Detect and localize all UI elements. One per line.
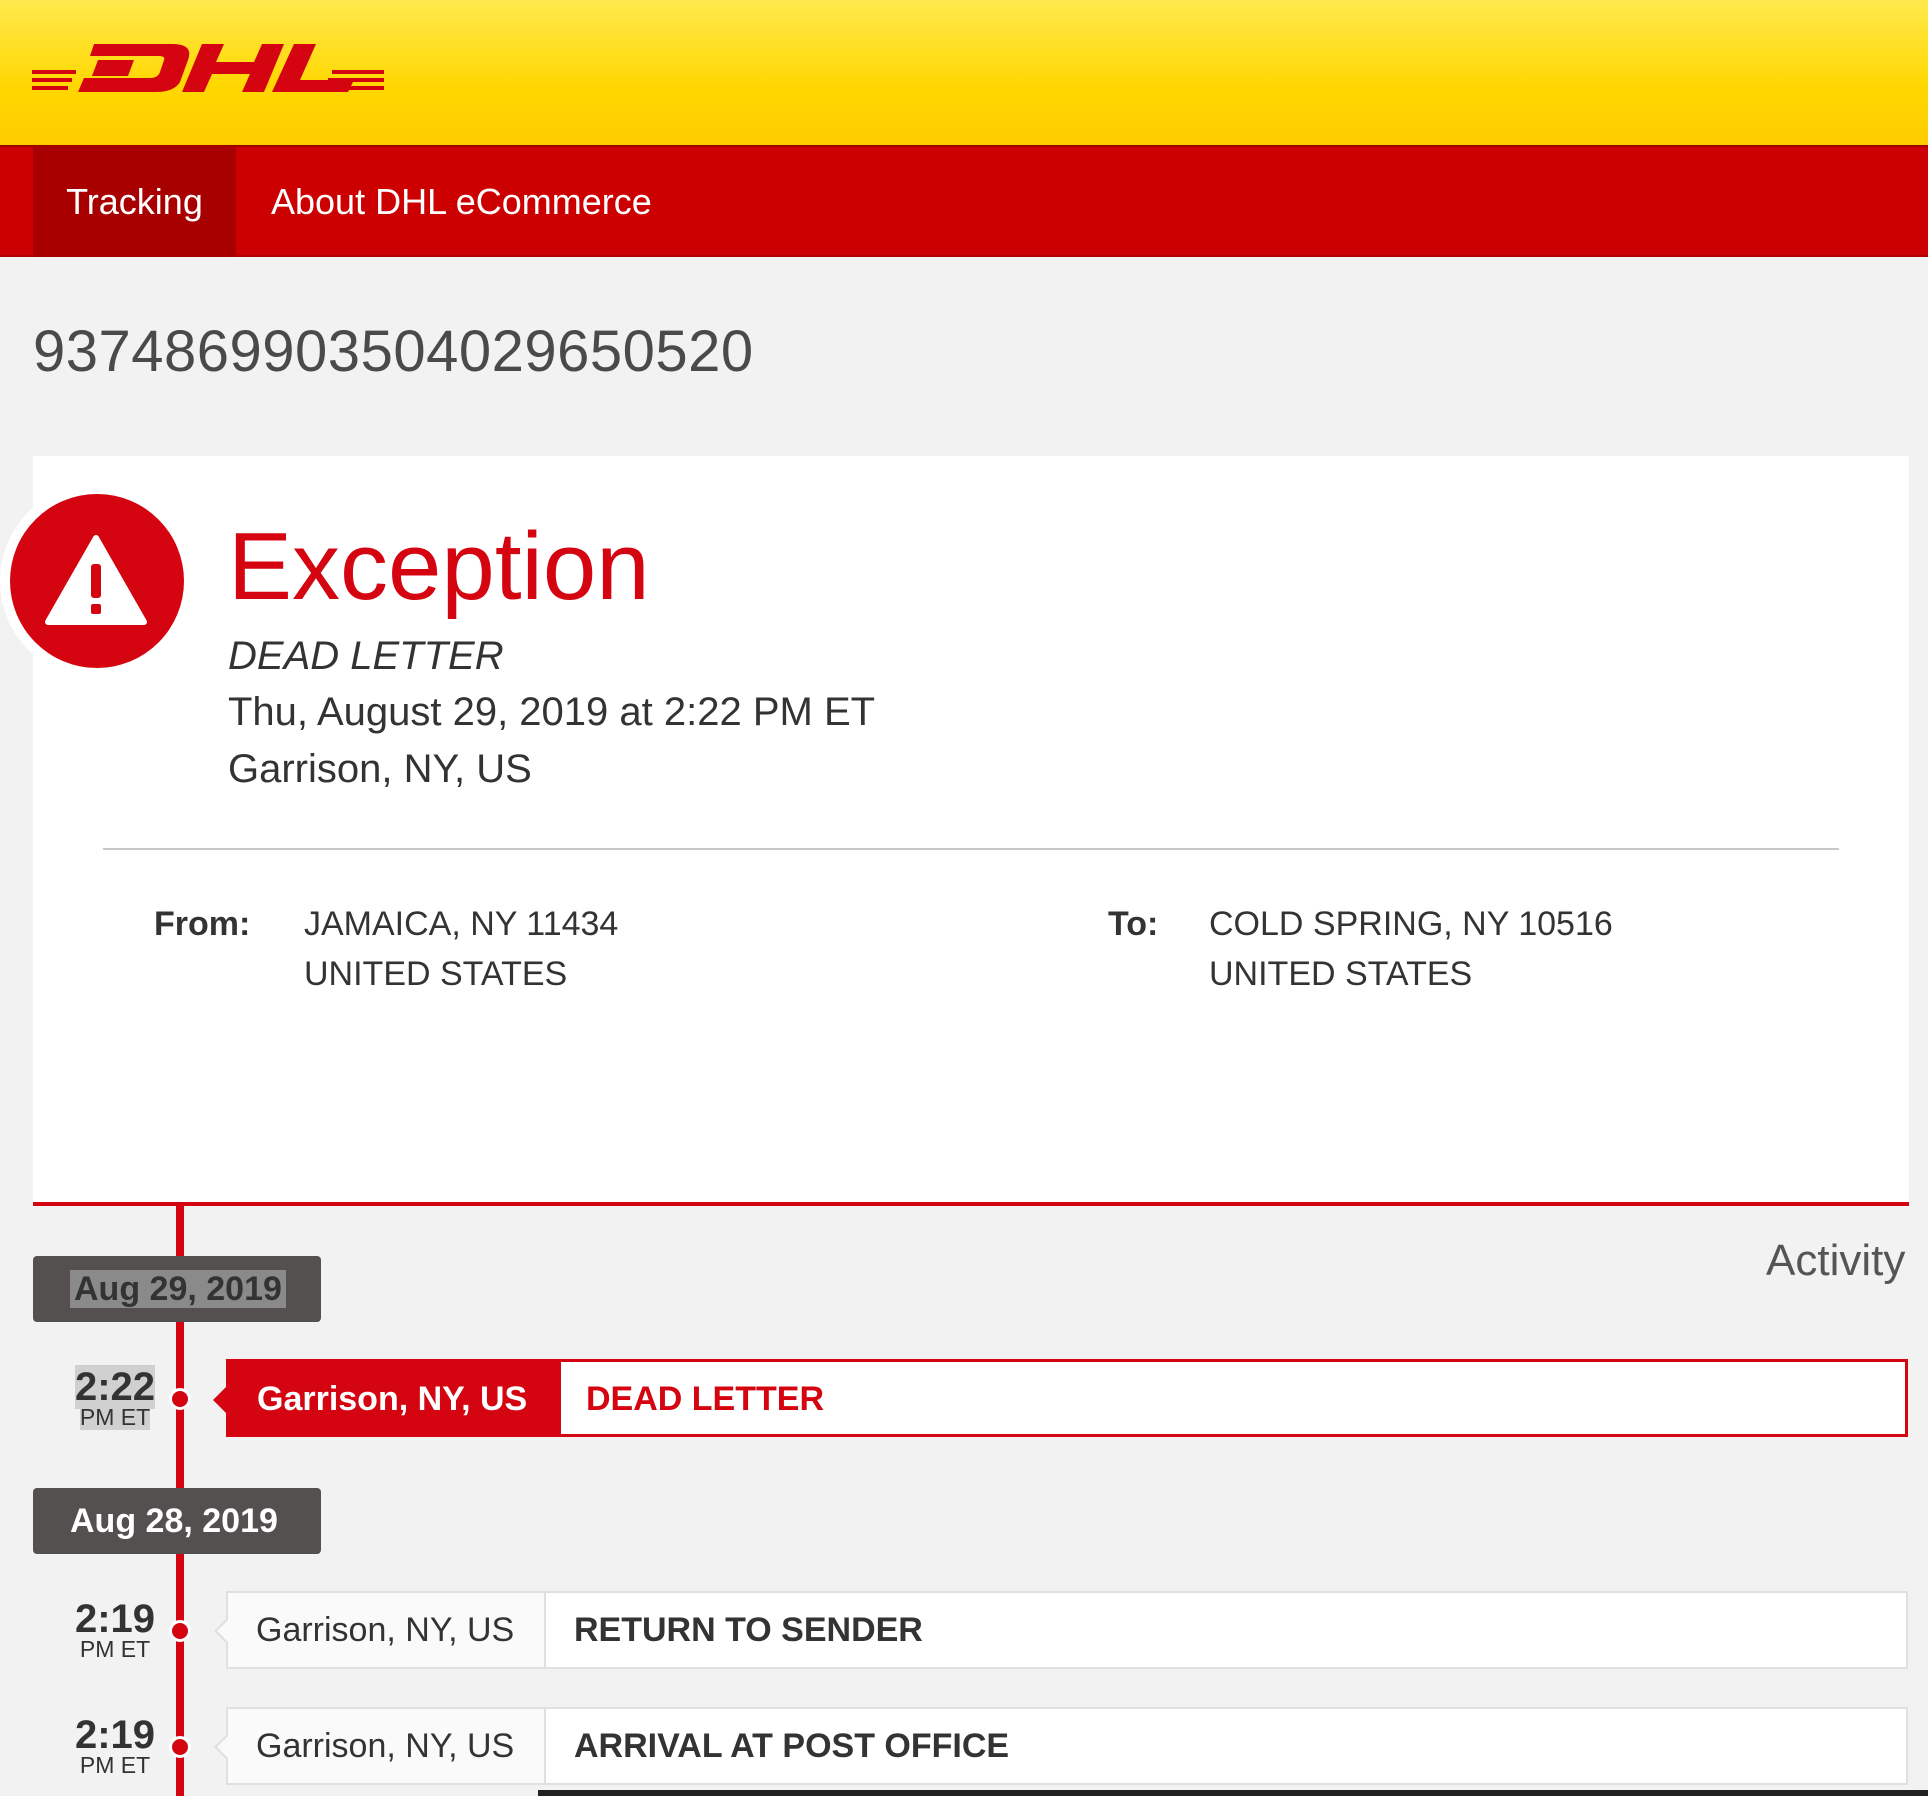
event-description: ARRIVAL AT POST OFFICE [574,1727,1010,1765]
event-period: PM ET [70,1404,160,1430]
event-description: RETURN TO SENDER [574,1611,923,1649]
status-datetime: Thu, August 29, 2019 at 2:22 PM ET [228,690,876,734]
to-label: To: [1108,905,1159,943]
event-location: Garrison, NY, US [228,1593,546,1667]
timeline-dot [169,1736,191,1758]
activity-heading: Activity [1766,1236,1906,1285]
event-time-value: 2:22 [74,1365,156,1409]
event-period: PM ET [79,1752,151,1778]
tracking-number: 9374869903504029650520 [33,319,754,384]
date-label: Aug 28, 2019 [70,1502,278,1540]
dhl-logo[interactable] [32,36,384,96]
from-label: From: [154,905,251,943]
status-location: Garrison, NY, US [228,747,532,791]
event-time: 2:22 [70,1365,160,1409]
event-period: PM ET [79,1636,151,1662]
event-row[interactable]: Garrison, NY, US ARRIVAL AT POST OFFICE [214,1707,1908,1785]
warning-icon [10,494,184,668]
event-time: 2:19 [74,1597,156,1641]
main-nav: Tracking About DHL eCommerce [0,145,1928,257]
timeline-dot [169,1388,191,1410]
date-label: Aug 29, 2019 [70,1270,286,1308]
event-time: 2:19 [74,1713,156,1757]
status-detail: DEAD LETTER [228,634,504,678]
to-address-line1: COLD SPRING, NY 10516 [1209,905,1613,943]
event-description: DEAD LETTER [586,1380,824,1418]
event-row[interactable]: Garrison, NY, US DEAD LETTER [213,1359,1908,1437]
pointer-arrow [213,1386,227,1414]
event-location: Garrison, NY, US [229,1362,561,1436]
to-address-line2: UNITED STATES [1209,955,1473,993]
window-edge [538,1790,1928,1796]
nav-item-about[interactable]: About DHL eCommerce [271,147,652,257]
nav-item-tracking[interactable]: Tracking [33,147,236,257]
timeline-dot [169,1620,191,1642]
event-period-value: PM ET [79,1404,151,1430]
date-header: Aug 28, 2019 [33,1488,321,1554]
date-header: Aug 29, 2019 [33,1256,321,1322]
header [0,0,1928,145]
status-title: Exception [228,513,650,620]
event-row[interactable]: Garrison, NY, US RETURN TO SENDER [214,1591,1908,1669]
event-location: Garrison, NY, US [228,1709,546,1783]
divider [103,848,1839,850]
from-address-line1: JAMAICA, NY 11434 [304,905,619,943]
from-address-line2: UNITED STATES [304,955,568,993]
